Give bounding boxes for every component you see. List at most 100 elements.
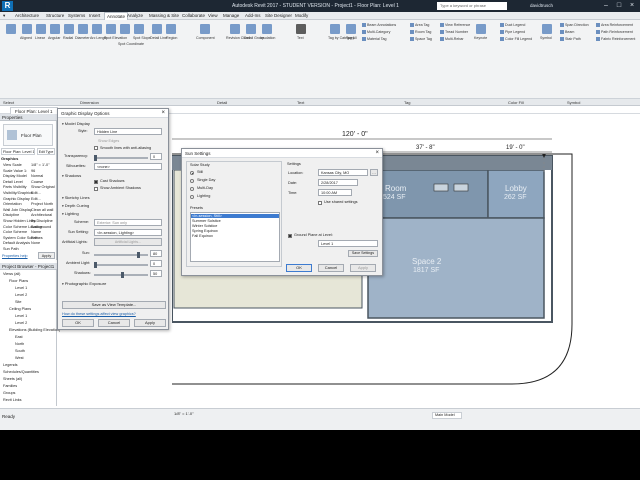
beam-symbol[interactable]: Beam [560, 30, 574, 34]
insulation-icon[interactable] [262, 24, 272, 34]
transparency-value[interactable]: 0 [150, 153, 162, 160]
room-name[interactable]: Room [385, 184, 406, 193]
property-value[interactable]: Edit... [31, 191, 41, 195]
beam-annotations[interactable]: Beam Annotations [362, 23, 396, 27]
show-edges-checkbox[interactable]: Show Edges [98, 139, 119, 143]
component-icon[interactable] [200, 24, 210, 34]
close-icon[interactable]: × [375, 149, 379, 158]
property-value[interactable]: Clean all wall [31, 208, 53, 212]
color-fill-legend[interactable]: Color Fill Legend [500, 37, 532, 41]
property-value[interactable]: Architectural [31, 213, 52, 217]
edit-type-button[interactable]: Edit Type [37, 148, 55, 155]
property-value[interactable]: By Discipline [31, 219, 53, 223]
tag-by-category-icon[interactable] [330, 24, 340, 34]
diameter-dimension-icon[interactable] [78, 24, 88, 34]
browser-tree-item[interactable]: Level 2 [15, 321, 27, 325]
browser-tree-item[interactable]: Groups [3, 391, 15, 395]
browser-tree-item[interactable]: Level 2 [15, 293, 27, 297]
transparency-slider[interactable] [94, 155, 148, 161]
silhouettes-dropdown[interactable]: <none> [94, 163, 162, 170]
linear-dimension-icon[interactable] [36, 24, 46, 34]
tread-number[interactable]: Tread Number [440, 30, 468, 34]
smooth-lines-checkbox[interactable] [94, 146, 98, 150]
file-tab[interactable]: ▾ [3, 13, 5, 19]
type-selector[interactable]: Floor Plan [3, 124, 53, 146]
tab-annotate[interactable]: Annotate [104, 12, 129, 20]
tab-site-designer[interactable]: Site Designer [265, 13, 292, 18]
tab-analyze[interactable]: Analyze [127, 13, 143, 18]
browser-tree-item[interactable]: Level 1 [15, 286, 27, 290]
sun-value[interactable]: 80 [150, 250, 162, 257]
lobby-name[interactable]: Lobby [505, 184, 527, 193]
browser-tree-item[interactable]: Level 1 [15, 314, 27, 318]
property-value[interactable]: 96 [31, 169, 35, 173]
detail-group-icon[interactable] [246, 24, 256, 34]
preset-item[interactable]: Winter Solstice [192, 224, 217, 228]
revit-logo-icon[interactable]: R [2, 1, 13, 11]
location-browse-button[interactable]: … [370, 169, 378, 176]
space-tag[interactable]: Space Tag [410, 37, 432, 41]
help-link[interactable]: How do these settings affect view graphi… [62, 312, 136, 316]
preset-item[interactable]: Summer Solstice [192, 219, 221, 223]
apply-button[interactable]: Apply [134, 319, 166, 327]
group-select[interactable]: Select [3, 100, 14, 105]
browser-tree-item[interactable]: Floor Plans [9, 279, 28, 283]
minimize-icon[interactable]: – [600, 1, 612, 11]
tab-architecture[interactable]: Architecture [15, 13, 39, 18]
area-reinforcement[interactable]: Area Reinforcement [596, 23, 633, 27]
slider-thumb[interactable] [94, 155, 97, 161]
room-tag[interactable]: Room Tag [410, 30, 431, 34]
close-icon[interactable]: × [626, 1, 638, 11]
tab-insert[interactable]: Insert [89, 13, 100, 18]
keynote-icon[interactable] [476, 24, 486, 34]
modify-icon[interactable] [6, 24, 16, 34]
scheme-dropdown[interactable]: Exterior: Sun only [94, 219, 162, 226]
ambient-slider[interactable] [94, 262, 148, 268]
dimension-overall[interactable]: 120' - 0" [342, 131, 368, 138]
cancel-button[interactable]: Cancel [318, 264, 344, 272]
detail-line-icon[interactable] [152, 24, 162, 34]
slider-thumb[interactable] [94, 262, 97, 268]
sketchy-lines-section[interactable]: Sketchy Lines [62, 195, 90, 200]
property-value[interactable]: Edit... [31, 236, 41, 240]
spot-slope-icon[interactable] [134, 24, 144, 34]
ground-plane-checkbox[interactable] [288, 234, 292, 238]
browser-tree-item[interactable]: Site [15, 300, 22, 304]
model-display-section[interactable]: Model Display [62, 121, 90, 126]
radio-multi-day[interactable] [190, 187, 194, 191]
radial-dimension-icon[interactable] [64, 24, 74, 34]
depth-cueing-section[interactable]: Depth Cueing [62, 203, 89, 208]
tab-structure[interactable]: Structure [46, 13, 64, 18]
ambient-shadows-checkbox[interactable] [94, 187, 98, 191]
browser-tree-item[interactable]: South [15, 349, 25, 353]
spot-elevation-icon[interactable] [106, 24, 116, 34]
photographic-exposure-section[interactable]: Photographic Exposure [62, 281, 107, 286]
region-icon[interactable] [166, 24, 176, 34]
revision-cloud-icon[interactable] [230, 24, 240, 34]
multi-rebar[interactable]: Multi-Rebar [440, 37, 464, 41]
shadows-value[interactable]: 50 [150, 270, 162, 277]
style-dropdown[interactable]: Hidden Line [94, 128, 162, 135]
active-workset[interactable]: Main Model [432, 412, 462, 419]
browser-tree-item[interactable]: Views (all) [3, 272, 20, 276]
maximize-icon[interactable]: □ [613, 1, 625, 11]
group-dimension[interactable]: Dimension [80, 100, 99, 105]
slider-thumb[interactable] [121, 272, 124, 278]
property-value[interactable]: Background [31, 225, 51, 229]
sun-slider[interactable] [94, 252, 148, 258]
apply-button[interactable]: Apply [38, 252, 55, 259]
preset-item[interactable]: Spring Equinox [192, 229, 218, 233]
dimension-right[interactable]: 19' - 0" [506, 145, 525, 151]
property-value[interactable]: None [31, 241, 40, 245]
use-shared-checkbox[interactable] [318, 201, 322, 205]
graphics-section[interactable]: Graphics [1, 156, 18, 161]
lighting-section[interactable]: Lighting [62, 211, 79, 216]
tab-view[interactable]: View [208, 13, 218, 18]
group-symbol[interactable]: Symbol [567, 100, 580, 105]
tab-systems[interactable]: Systems [68, 13, 85, 18]
browser-tree-item[interactable]: Elevations (Building Elevation) [9, 328, 60, 332]
angular-dimension-icon[interactable] [50, 24, 60, 34]
properties-help-link[interactable]: Properties help [2, 254, 28, 258]
radio-single-day[interactable] [190, 179, 194, 183]
duct-legend[interactable]: Duct Legend [500, 23, 525, 27]
